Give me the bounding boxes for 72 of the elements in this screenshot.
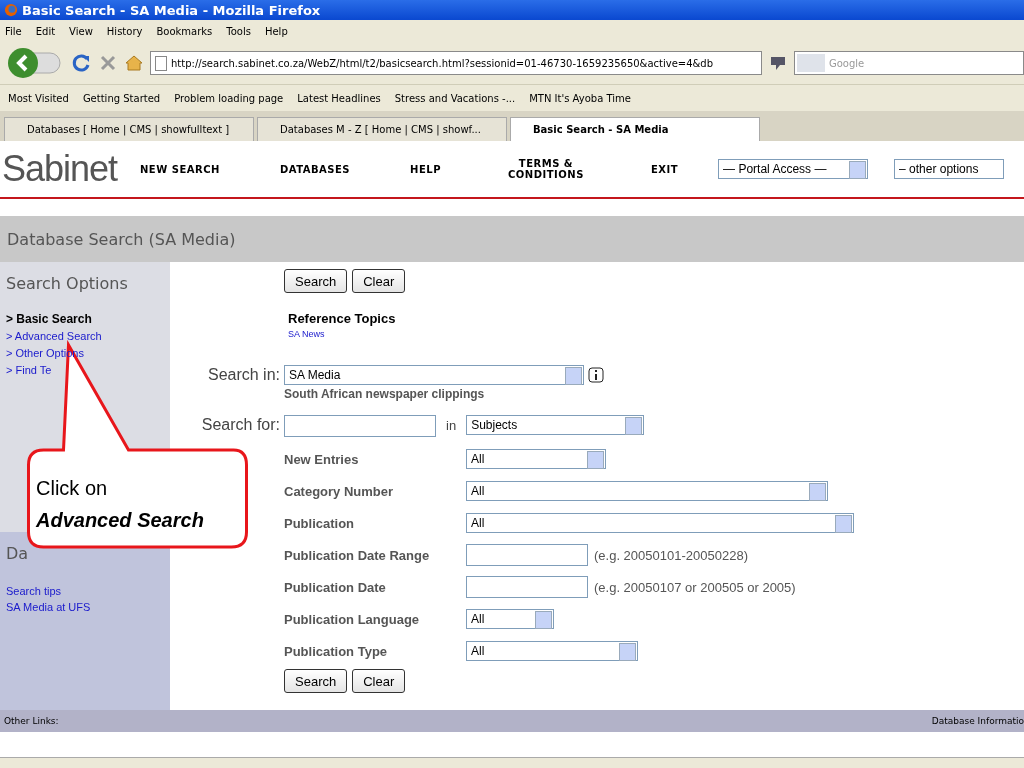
field-label: Search for: bbox=[200, 415, 281, 435]
home-icon[interactable] bbox=[124, 53, 144, 73]
field-label: Category Number bbox=[284, 483, 395, 499]
field-label: Search in: bbox=[206, 365, 281, 385]
portal-dropdown[interactable]: — Portal Access — bbox=[718, 159, 869, 179]
sidebar-heading: Search Options bbox=[6, 274, 129, 293]
menu-item[interactable]: File bbox=[5, 25, 22, 37]
nav-link[interactable]: HELP bbox=[410, 163, 441, 175]
sidebar-link[interactable]: > Advanced Search bbox=[6, 328, 170, 345]
browser-tab[interactable]: Basic Search - SA Media bbox=[510, 117, 760, 141]
stop-icon[interactable] bbox=[98, 53, 118, 73]
sidebar-link[interactable]: > Basic Search bbox=[6, 311, 170, 328]
sidebar-link[interactable]: Search tips bbox=[6, 583, 170, 599]
browser-tab[interactable]: Databases [ Home | CMS | showfulltext ] bbox=[4, 117, 254, 141]
site-logo[interactable]: Sabinet bbox=[2, 148, 140, 190]
field-label: New Entries bbox=[284, 451, 360, 467]
menu-item[interactable]: View bbox=[69, 25, 93, 37]
sidebar-link[interactable]: SA Media at UFS bbox=[6, 599, 170, 615]
menu-item[interactable]: Bookmarks bbox=[156, 25, 213, 37]
database-dropdown[interactable]: SA Media bbox=[284, 365, 584, 385]
date-field[interactable] bbox=[466, 576, 588, 598]
topic-link[interactable]: SA News bbox=[288, 329, 1024, 339]
search-field[interactable] bbox=[284, 415, 436, 437]
callout-text: Click on bbox=[36, 476, 109, 501]
section-heading: Reference Topics bbox=[288, 311, 397, 326]
info-icon[interactable] bbox=[588, 367, 604, 383]
field-label: Publication Language bbox=[284, 611, 421, 627]
field-dropdown[interactable]: Subjects bbox=[466, 415, 645, 435]
filter-dropdown[interactable]: All bbox=[466, 513, 854, 533]
filter-dropdown[interactable]: All bbox=[466, 609, 554, 629]
options-dropdown[interactable]: – other options bbox=[894, 159, 1005, 179]
filter-dropdown[interactable]: All bbox=[466, 449, 606, 469]
nav-link[interactable]: TERMS & CONDITIONS bbox=[500, 158, 591, 180]
footer-link[interactable]: Database Informatio bbox=[931, 716, 1024, 726]
bookmark-item[interactable]: MTN It's Ayoba Time bbox=[529, 92, 631, 104]
browser-tab[interactable]: Databases M - Z [ Home | CMS | showf... bbox=[257, 117, 507, 141]
address-field[interactable]: http://search.sabinet.co.za/WebZ/html/t2/basicsearch.html?sessionid=01-46730-1659235650&active=4&db bbox=[150, 51, 762, 75]
sidebar-heading: Da bbox=[6, 544, 30, 563]
field-label: Publication Type bbox=[284, 643, 389, 659]
nav-link[interactable]: NEW SEARCH bbox=[140, 163, 220, 175]
field-label: Publication Date Range bbox=[284, 547, 431, 563]
clear-button[interactable]: Clear bbox=[352, 269, 406, 293]
search-button[interactable]: Search bbox=[284, 669, 348, 693]
search-button[interactable]: Search bbox=[284, 269, 348, 293]
sidebar-link[interactable]: > Find Te bbox=[6, 362, 170, 379]
nav-link[interactable]: DATABASES bbox=[279, 163, 351, 175]
database-description: South African newspaper clippings bbox=[284, 387, 486, 401]
field-label: Publication Date bbox=[284, 579, 387, 595]
date-field[interactable] bbox=[466, 544, 588, 566]
page-title: Database Search (SA Media) bbox=[7, 229, 236, 249]
field-label: Publication bbox=[284, 515, 356, 531]
clear-button[interactable]: Clear bbox=[352, 669, 406, 693]
reload-icon[interactable] bbox=[72, 53, 92, 73]
bookmark-item[interactable]: Getting Started bbox=[82, 92, 161, 104]
format-hint: (e.g. 20050107 or 200505 or 2005) bbox=[594, 579, 796, 595]
menu-item[interactable]: Tools bbox=[226, 25, 251, 37]
bookmark-item[interactable]: Latest Headlines bbox=[297, 92, 381, 104]
bookmark-item[interactable]: Problem loading page bbox=[174, 92, 284, 104]
menu-item[interactable]: Edit bbox=[35, 25, 56, 37]
footer-label: Other Links: bbox=[4, 716, 59, 726]
menu-item[interactable]: History bbox=[106, 25, 143, 37]
bookmark-item[interactable]: Most Visited bbox=[8, 92, 69, 104]
format-hint: (e.g. 20050101-20050228) bbox=[594, 547, 748, 563]
filter-dropdown[interactable]: All bbox=[466, 641, 638, 661]
bookmark-item[interactable]: Stress and Vacations -... bbox=[394, 92, 516, 104]
menu-item[interactable]: Help bbox=[264, 25, 288, 37]
callout-text: Advanced Search bbox=[36, 508, 204, 533]
window-title: Basic Search - SA Media - Mozilla Firefox bbox=[22, 2, 321, 18]
filter-dropdown[interactable]: All bbox=[466, 481, 828, 501]
in-label: in bbox=[446, 418, 457, 433]
browser-logo-icon bbox=[4, 3, 18, 17]
nav-link[interactable]: EXIT bbox=[650, 163, 679, 175]
